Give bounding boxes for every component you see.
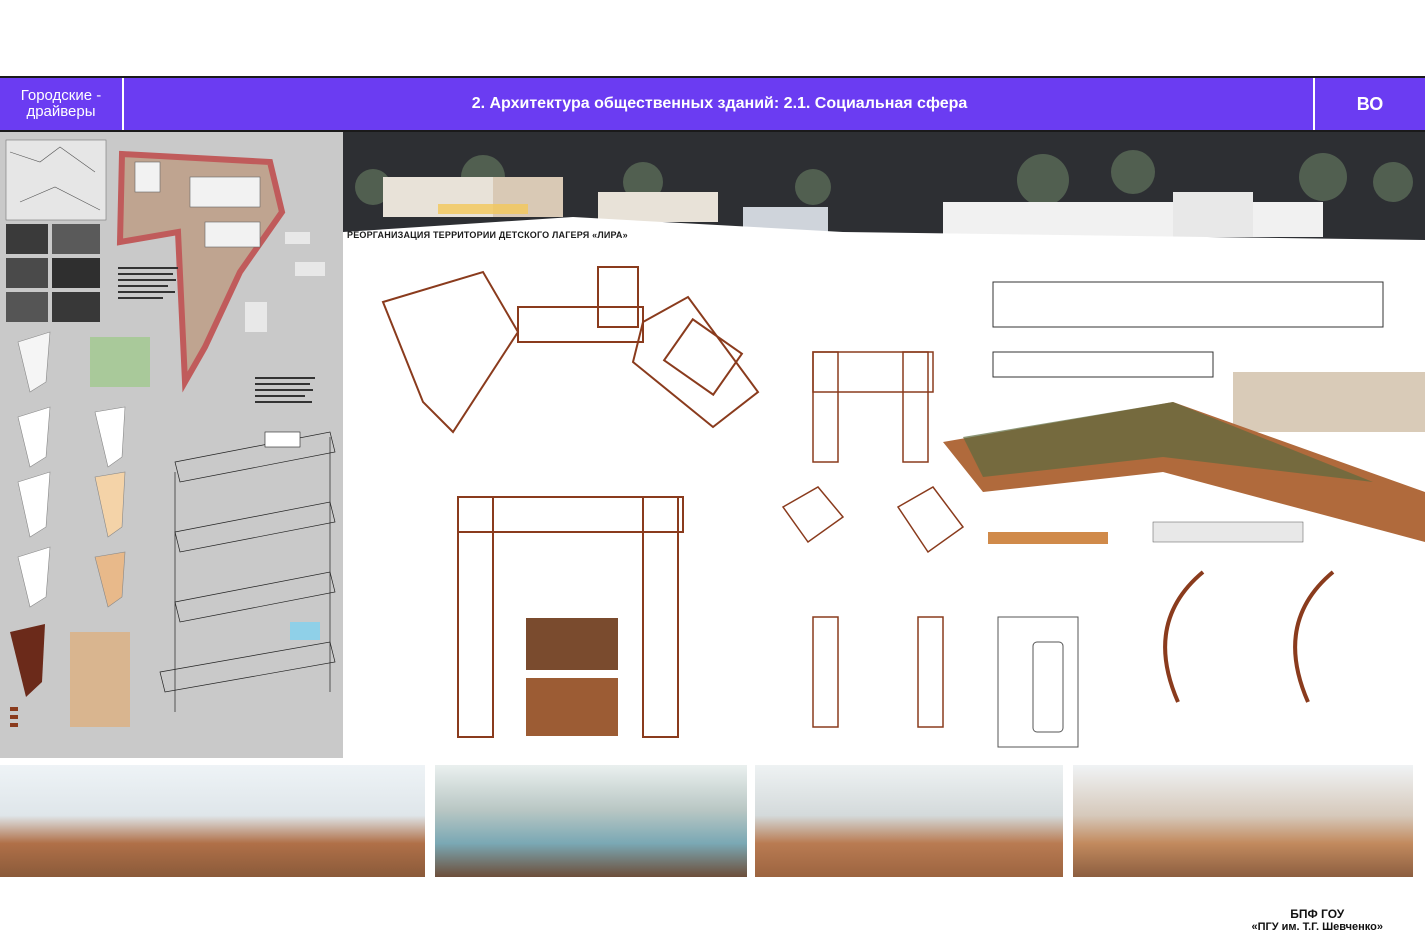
render-2 bbox=[435, 765, 747, 877]
footer-org: БПФ ГОУ bbox=[1290, 907, 1345, 921]
footer-credit: БПФ ГОУ «ПГУ им. Т.Г. Шевченко» bbox=[1251, 908, 1383, 934]
degree-label: ВО bbox=[1313, 78, 1425, 130]
night-elevation-render bbox=[343, 132, 1425, 242]
render-1 bbox=[0, 765, 425, 877]
footer-university: «ПГУ им. Т.Г. Шевченко» bbox=[1251, 921, 1383, 933]
floor-plans-drawing bbox=[381, 266, 1425, 748]
render-4 bbox=[1073, 765, 1413, 877]
category-label-line1: Городские - bbox=[20, 87, 102, 104]
architectural-drawings-panel: РЕОРГАНИЗАЦИЯ ТЕРРИТОРИИ ДЕТСКОГО ЛАГЕРЯ… bbox=[343, 132, 1425, 758]
site-analysis-drawing bbox=[5, 139, 336, 727]
project-title: РЕОРГАНИЗАЦИЯ ТЕРРИТОРИИ ДЕТСКОГО ЛАГЕРЯ… bbox=[347, 230, 628, 240]
category-label-line2: драйверы bbox=[26, 103, 96, 120]
header-bar: Городские - драйверы 2. Архитектура обще… bbox=[0, 76, 1425, 132]
render-3 bbox=[755, 765, 1063, 877]
section-title: 2. Архитектура общественных зданий: 2.1.… bbox=[471, 95, 968, 112]
site-analysis-panel bbox=[0, 132, 343, 758]
category-label: Городские - драйверы bbox=[0, 78, 124, 130]
